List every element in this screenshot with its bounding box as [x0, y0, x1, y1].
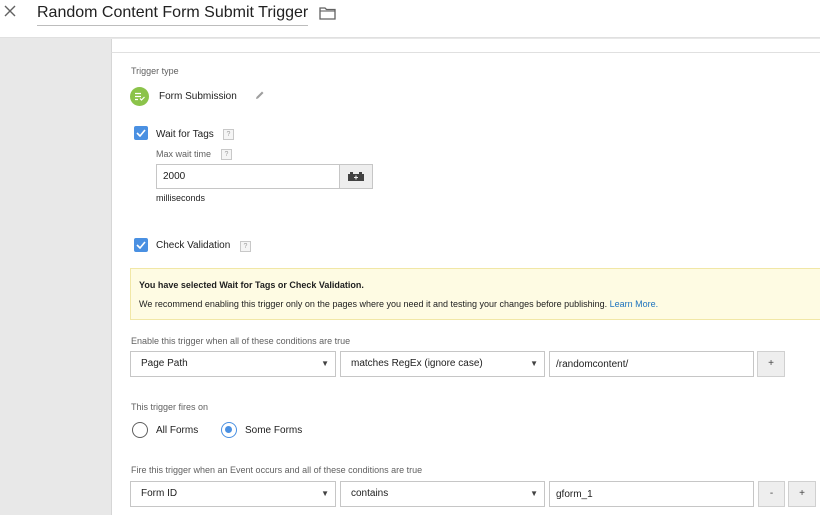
max-wait-label: Max wait time [156, 149, 212, 159]
chevron-down-icon: ▼ [321, 489, 329, 498]
check-validation-help-icon[interactable]: ? [240, 241, 251, 252]
max-wait-help-icon[interactable]: ? [221, 149, 232, 160]
validation-warning-box: You have selected Wait for Tags or Check… [130, 268, 820, 320]
form-submission-icon [130, 87, 149, 106]
all-forms-label: All Forms [156, 425, 199, 436]
chevron-down-icon: ▼ [530, 359, 538, 368]
event-operator-value: contains [351, 488, 389, 499]
event-value-input[interactable] [549, 481, 754, 507]
event-variable-value: Form ID [141, 488, 178, 499]
edit-pencil-icon[interactable] [254, 90, 265, 101]
remove-event-condition-button[interactable]: - [758, 481, 785, 507]
wait-for-tags-help-icon[interactable]: ? [223, 129, 234, 140]
learn-more-link[interactable]: Learn More. [610, 299, 659, 309]
all-forms-radio[interactable] [132, 422, 148, 438]
add-event-condition-button[interactable]: + [788, 481, 816, 507]
card-header-strip [111, 39, 820, 52]
enable-variable-select[interactable]: Page Path ▼ [130, 351, 336, 377]
chevron-down-icon: ▼ [530, 489, 538, 498]
check-validation-checkbox[interactable] [134, 238, 148, 252]
event-operator-select[interactable]: contains ▼ [340, 481, 545, 507]
trigger-type-label: Trigger type [131, 66, 179, 76]
warning-title: You have selected Wait for Tags or Check… [139, 280, 364, 290]
max-wait-unit: milliseconds [156, 193, 206, 203]
event-variable-select[interactable]: Form ID ▼ [130, 481, 336, 507]
enable-variable-value: Page Path [141, 358, 188, 369]
enable-operator-value: matches RegEx (ignore case) [351, 358, 483, 369]
left-panel [0, 39, 111, 515]
insert-variable-button[interactable] [339, 164, 373, 189]
enable-operator-select[interactable]: matches RegEx (ignore case) ▼ [340, 351, 545, 377]
trigger-name-title[interactable]: Random Content Form Submit Trigger [37, 3, 309, 26]
warning-text: We recommend enabling this trigger only … [139, 299, 658, 309]
add-enable-condition-button[interactable]: + [757, 351, 785, 377]
warning-body: We recommend enabling this trigger only … [139, 299, 608, 309]
folder-icon[interactable] [319, 6, 336, 20]
enable-conditions-label: Enable this trigger when all of these co… [131, 336, 351, 346]
chevron-down-icon: ▼ [321, 359, 329, 368]
wait-for-tags-label: Wait for Tags [156, 129, 214, 140]
close-icon[interactable] [2, 3, 18, 19]
top-bar: Random Content Form Submit Trigger [0, 0, 820, 38]
max-wait-input[interactable] [156, 164, 340, 189]
event-conditions-label: Fire this trigger when an Event occurs a… [131, 465, 423, 475]
check-validation-label: Check Validation [156, 240, 231, 251]
some-forms-radio[interactable] [221, 422, 237, 438]
fires-on-label: This trigger fires on [131, 402, 209, 412]
trigger-type-name: Form Submission [159, 91, 237, 102]
variable-brick-icon [348, 172, 364, 181]
some-forms-label: Some Forms [245, 425, 303, 436]
enable-value-input[interactable] [549, 351, 754, 377]
wait-for-tags-checkbox[interactable] [134, 126, 148, 140]
